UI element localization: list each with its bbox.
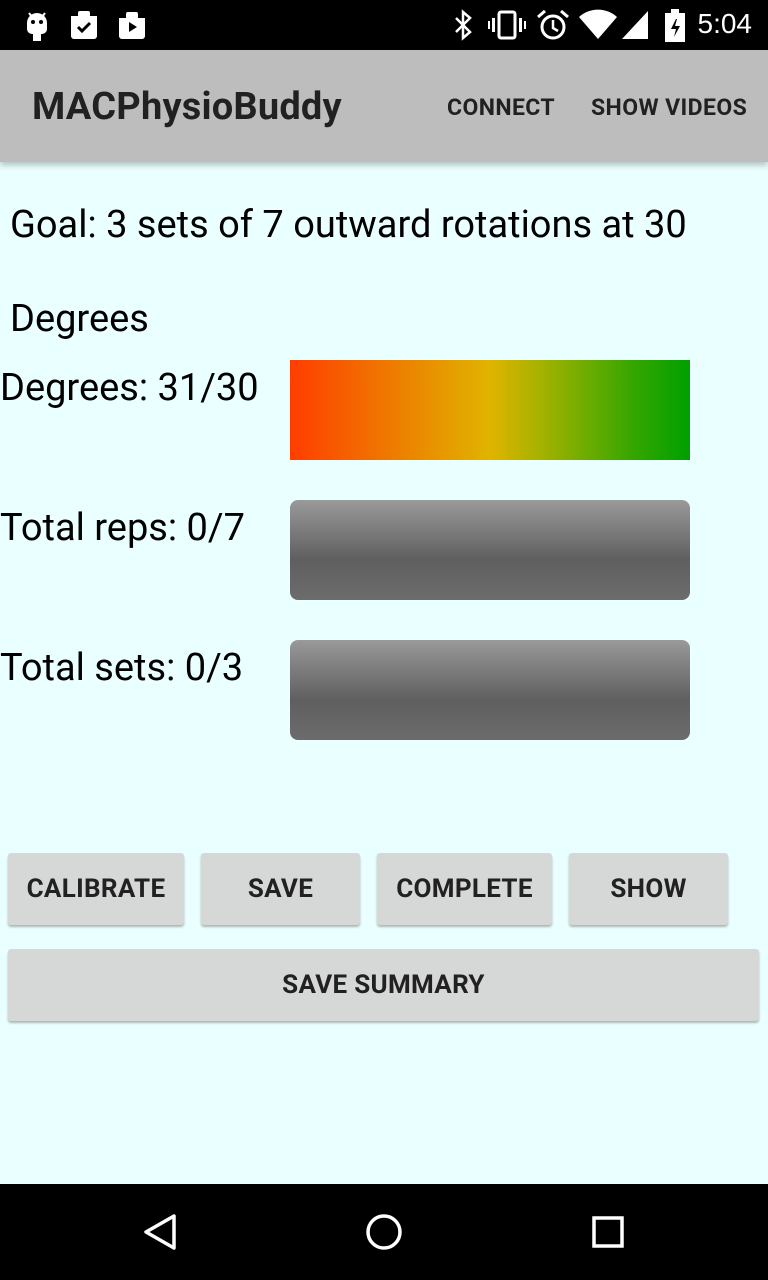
show-videos-button[interactable]: SHOW VIDEOS [591, 94, 747, 121]
clipboard-check-icon [71, 11, 97, 39]
signal-icon [622, 11, 648, 39]
save-summary-button[interactable]: SAVE SUMMARY [8, 949, 759, 1021]
video-upload-icon [119, 12, 145, 39]
status-time: 5:04 [697, 8, 753, 39]
calibrate-button[interactable]: CALIBRATE [8, 853, 184, 925]
degrees-progress-bar [290, 360, 690, 460]
reps-label: Total reps: 0/7 [0, 506, 245, 550]
reps-progress-bar [290, 500, 690, 600]
goal-text: Goal: 3 sets of 7 outward rotations at 3… [10, 203, 687, 341]
android-debug-icon [27, 12, 47, 41]
vibrate-icon [488, 10, 526, 40]
app-bar: MACPhysioBuddy CONNECT SHOW VIDEOS [0, 50, 768, 162]
app-title: MACPhysioBuddy [32, 85, 342, 129]
sets-label: Total sets: 0/3 [0, 646, 244, 690]
complete-button[interactable]: COMPLETE [377, 853, 552, 925]
show-button[interactable]: SHOW [569, 853, 728, 925]
status-bar: 5:04 [0, 0, 768, 50]
alarm-icon [537, 9, 569, 40]
save-button[interactable]: SAVE [201, 853, 360, 925]
wifi-icon [579, 9, 617, 39]
navigation-bar [0, 1184, 768, 1280]
degrees-label: Degrees: 31/30 [0, 366, 259, 410]
recents-icon[interactable] [590, 1212, 626, 1252]
connect-button[interactable]: CONNECT [447, 94, 555, 121]
sets-progress-bar [290, 640, 690, 740]
home-icon[interactable] [364, 1212, 404, 1252]
back-icon[interactable] [140, 1212, 180, 1252]
battery-icon [665, 9, 685, 42]
bluetooth-icon [455, 9, 472, 41]
